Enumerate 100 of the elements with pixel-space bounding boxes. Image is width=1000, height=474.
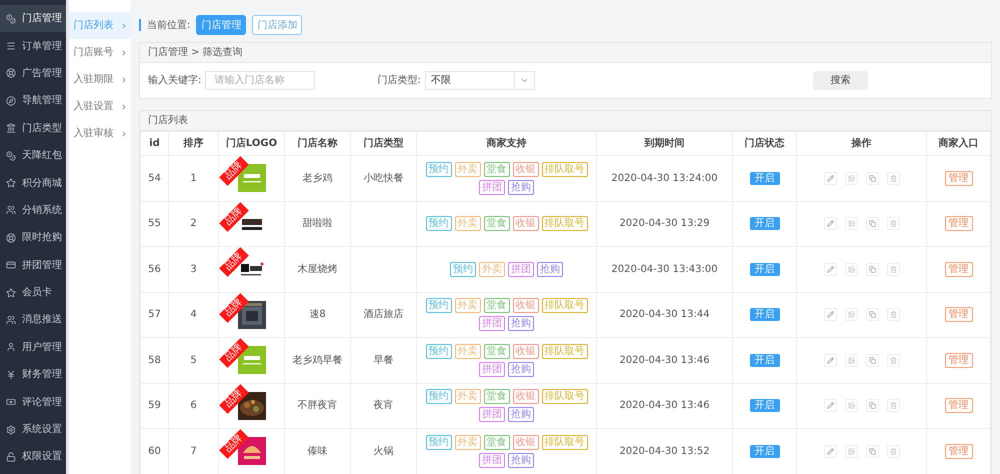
image-icon [848, 174, 854, 182]
edit-button[interactable] [824, 399, 836, 412]
copy-button[interactable] [866, 399, 878, 412]
delete-button[interactable] [886, 262, 900, 276]
image-button[interactable] [844, 308, 858, 322]
image-button[interactable] [844, 262, 858, 276]
column-header: 操作 [796, 132, 926, 156]
edit-button[interactable] [824, 217, 836, 230]
status-badge: 开启 [750, 399, 780, 412]
copy-button[interactable] [866, 262, 878, 276]
status-badge: 开启 [750, 172, 780, 185]
table-cell: 60 [140, 428, 168, 474]
sidebar-item[interactable]: 用户管理 [0, 334, 66, 362]
sidebar-item[interactable]: 财务管理 [0, 361, 66, 388]
pencil-icon [826, 174, 834, 182]
copy-button[interactable] [866, 354, 878, 367]
sidebar-item[interactable]: 门店类型 [0, 114, 66, 142]
edit-button[interactable] [824, 444, 836, 458]
copy-icon [868, 174, 876, 182]
copy-button[interactable] [866, 217, 878, 230]
sub-menu-item[interactable]: 入驻设置 [69, 93, 131, 120]
support-tag: 收银 [512, 344, 538, 359]
support-tag: 预约 [426, 162, 452, 177]
delete-button[interactable] [886, 399, 900, 412]
support-tag: 堂食 [484, 298, 510, 314]
copy-button[interactable] [866, 172, 878, 185]
delete-button[interactable] [886, 354, 900, 367]
support-tag: 抢购 [508, 452, 534, 468]
sidebar-item[interactable]: 评论管理 [0, 388, 66, 416]
edit-button[interactable] [824, 308, 836, 322]
sidebar-item[interactable]: 广告管理 [0, 60, 66, 88]
card-icon [6, 260, 16, 270]
column-header: 排序 [168, 132, 218, 156]
copy-button[interactable] [866, 308, 878, 322]
copy-button[interactable] [866, 444, 878, 458]
coins-icon [6, 14, 16, 24]
bank-icon [6, 123, 16, 134]
table-cell: 早餐 [350, 338, 416, 383]
users-icon [6, 314, 16, 325]
image-icon [848, 220, 854, 228]
sidebar-item[interactable]: 分销系统 [0, 196, 66, 224]
copy-icon [868, 311, 876, 318]
keyword-input[interactable]: 请输入门店名称 [205, 71, 316, 90]
sub-menu-item[interactable]: 门店账号 [69, 39, 131, 66]
support-tag: 预约 [426, 389, 452, 404]
pencil-icon [826, 220, 834, 228]
support-tag: 拼团 [479, 407, 505, 422]
sub-menu-item[interactable]: 入驻期限 [69, 66, 131, 93]
support-tag: 堂食 [484, 434, 510, 450]
table-cell: 夜宵 [350, 383, 416, 428]
edit-button[interactable] [824, 172, 836, 185]
trash-icon [890, 356, 896, 364]
sidebar-item[interactable]: 系统设置 [0, 416, 66, 444]
sidebar-item[interactable]: 天降红包 [0, 142, 66, 170]
settings-icon [6, 424, 16, 435]
sidebar-item[interactable]: 订单管理 [0, 32, 66, 60]
table-cell: 57 [140, 292, 168, 338]
support-tag: 堂食 [484, 162, 510, 177]
image-button[interactable] [844, 399, 858, 412]
search-button[interactable]: 搜索 [812, 71, 868, 90]
table-cell: 55 [140, 201, 168, 246]
banknote-icon [6, 397, 16, 408]
edit-button[interactable] [824, 262, 836, 276]
support-tag: 拼团 [508, 262, 534, 277]
delete-button[interactable] [886, 172, 900, 185]
sidebar-item[interactable]: 权限设置 [0, 443, 66, 471]
table-cell: 2020-04-30 13:43:00 [596, 246, 732, 292]
table-cell: 速8 [284, 292, 350, 338]
delete-button[interactable] [886, 217, 900, 230]
edit-button[interactable] [824, 354, 836, 367]
sidebar-item[interactable]: 会员卡 [0, 278, 66, 306]
star-icon [6, 288, 16, 298]
table-cell: 2020-04-30 13:24:00 [596, 156, 732, 201]
copy-icon [868, 266, 876, 273]
image-icon [848, 356, 854, 364]
type-select[interactable]: 不限 [424, 71, 535, 90]
table-cell: 5 [168, 338, 218, 383]
sidebar-item[interactable]: 消息推送 [0, 306, 66, 334]
sub-menu-item[interactable]: 入驻审核 [69, 120, 131, 147]
sidebar-item[interactable]: 门店管理 [0, 5, 66, 32]
delete-button[interactable] [886, 308, 900, 322]
sidebar-item[interactable]: 拼团管理 [0, 252, 66, 279]
column-header: 门店名称 [284, 132, 350, 156]
image-button[interactable] [844, 217, 858, 230]
image-button[interactable] [844, 354, 858, 367]
image-button[interactable] [844, 444, 858, 458]
table-cell: 2020-04-30 13:46 [596, 338, 732, 383]
sidebar-item[interactable]: 限时抢购 [0, 224, 66, 252]
sidebar-item[interactable]: 积分商城 [0, 169, 66, 197]
table-cell: 老乡鸡早餐 [284, 338, 350, 383]
sidebar-item[interactable]: 导航管理 [0, 87, 66, 115]
support-tag: 外卖 [454, 389, 480, 404]
trash-icon [890, 174, 896, 182]
table-cell: 小吃快餐 [350, 156, 416, 201]
support-tag: 收银 [512, 434, 538, 450]
support-tag: 排队取号 [542, 216, 588, 232]
image-button[interactable] [844, 172, 858, 185]
trash-icon [890, 220, 896, 228]
delete-button[interactable] [886, 444, 900, 458]
column-header: 门店类型 [350, 132, 416, 156]
